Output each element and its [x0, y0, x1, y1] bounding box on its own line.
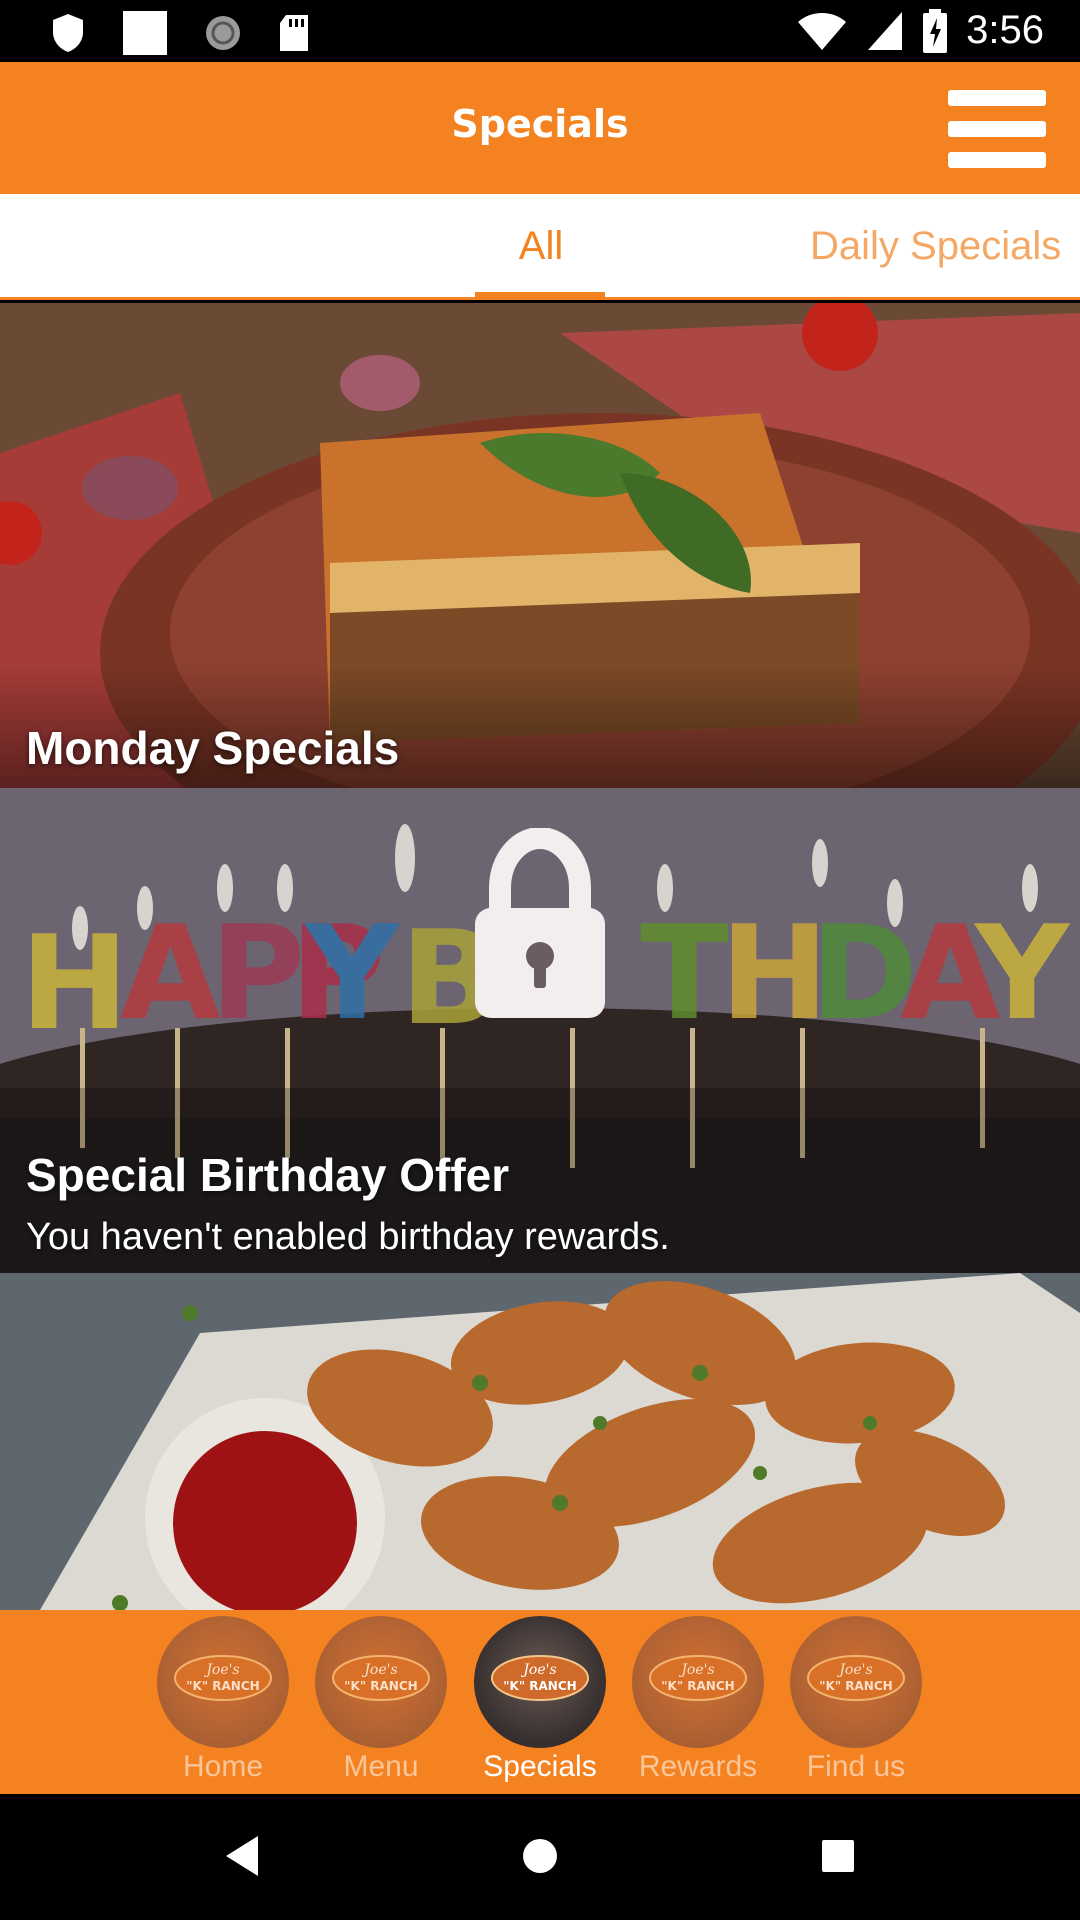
- nav-menu[interactable]: Joe's "K" RANCH Menu: [311, 1616, 451, 1784]
- svg-text:"K" RANCH: "K" RANCH: [344, 1679, 417, 1693]
- square-icon: [123, 11, 167, 55]
- special-card-monday[interactable]: Monday Specials: [0, 303, 1080, 788]
- nav-home[interactable]: Joe's "K" RANCH Home: [153, 1616, 293, 1784]
- tab-daily-specials[interactable]: Daily Specials: [810, 224, 1080, 269]
- battery-charging-icon: [923, 8, 948, 53]
- card-title: Special Birthday Offer: [26, 1149, 510, 1201]
- card-title: Monday Specials: [26, 722, 400, 774]
- hamburger-menu-icon[interactable]: [948, 88, 1046, 170]
- svg-text:Joe's: Joe's: [203, 1662, 239, 1678]
- svg-text:Joe's: Joe's: [678, 1662, 714, 1678]
- lock-icon: [475, 828, 605, 1018]
- bottom-navigation: Joe's "K" RANCH Home Joe's "K" RANCH Menu …: [0, 1610, 1080, 1794]
- svg-text:"K" RANCH: "K" RANCH: [186, 1679, 259, 1693]
- wifi-icon: [798, 12, 847, 50]
- card-subtitle: You haven't enabled birthday rewards.: [26, 1216, 670, 1258]
- nav-find-us[interactable]: Joe's "K" RANCH Find us: [786, 1616, 926, 1784]
- nav-label: Find us: [806, 1750, 906, 1783]
- app-bar: Specials: [0, 62, 1080, 194]
- lasagna-photo: [0, 303, 1080, 788]
- sd-card-icon: [280, 15, 308, 51]
- brand-logo-icon: Joe's "K" RANCH: [632, 1616, 764, 1748]
- recents-icon[interactable]: [820, 1838, 856, 1874]
- brand-logo-icon: Joe's "K" RANCH: [157, 1616, 289, 1748]
- tab-all[interactable]: All: [476, 224, 606, 269]
- shield-icon: [53, 14, 83, 52]
- home-icon[interactable]: [520, 1836, 560, 1876]
- special-card-birthday[interactable]: H A P P Y B T H D A Y Special Birthday O…: [0, 788, 1080, 1273]
- page-title: Specials: [451, 102, 629, 146]
- nav-label: Specials: [483, 1750, 597, 1783]
- nav-specials[interactable]: Joe's "K" RANCH Specials: [470, 1616, 610, 1784]
- sync-icon: [206, 16, 240, 50]
- svg-text:Y: Y: [303, 897, 401, 1049]
- brand-logo-icon: Joe's "K" RANCH: [474, 1616, 606, 1748]
- svg-text:"K" RANCH: "K" RANCH: [503, 1679, 576, 1693]
- chicken-wings-photo: [0, 1273, 1080, 1610]
- svg-text:Joe's: Joe's: [836, 1662, 872, 1678]
- brand-logo-icon: Joe's "K" RANCH: [790, 1616, 922, 1748]
- special-card-wings[interactable]: [0, 1273, 1080, 1610]
- svg-text:"K" RANCH: "K" RANCH: [661, 1679, 734, 1693]
- nav-label: Rewards: [638, 1750, 758, 1783]
- back-icon[interactable]: [222, 1834, 262, 1878]
- tab-selected-indicator: [475, 292, 605, 298]
- tab-bar: All Daily Specials: [0, 194, 1080, 300]
- nav-rewards[interactable]: Joe's "K" RANCH Rewards: [628, 1616, 768, 1784]
- brand-logo-icon: Joe's "K" RANCH: [315, 1616, 447, 1748]
- clock: 3:56: [966, 8, 1044, 52]
- svg-text:Joe's: Joe's: [361, 1662, 397, 1678]
- system-navigation-bar: [0, 1794, 1080, 1920]
- status-bar: 3:56: [0, 0, 1080, 62]
- signal-icon: [868, 11, 903, 50]
- nav-label: Menu: [343, 1750, 419, 1783]
- svg-text:Joe's: Joe's: [520, 1662, 556, 1678]
- svg-text:"K" RANCH: "K" RANCH: [819, 1679, 892, 1693]
- nav-label: Home: [182, 1750, 264, 1783]
- svg-text:T: T: [640, 897, 729, 1049]
- svg-text:Y: Y: [973, 897, 1071, 1049]
- svg-text:A: A: [120, 897, 221, 1049]
